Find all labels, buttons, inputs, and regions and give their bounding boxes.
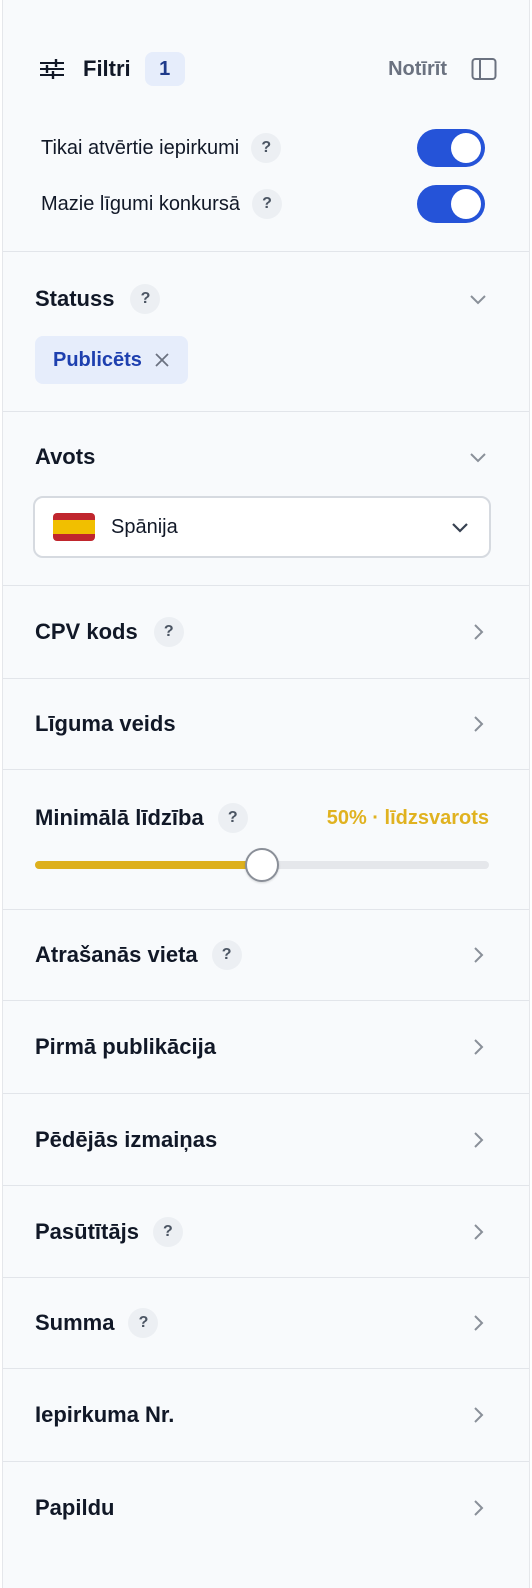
status-title: Statuss [35,286,115,311]
chevron-down-icon[interactable] [467,288,489,310]
filter-header: Filtri 1 Notīrīt Tikai atvērtie iepirkum… [3,0,529,252]
chevron-down-icon [452,523,468,533]
slider-fill [35,861,262,869]
sidebar-toggle-icon[interactable] [471,57,497,81]
chevron-right-icon[interactable] [467,713,489,735]
spain-flag-icon [53,513,95,541]
toggle-open-only-label: Tikai atvērtie iepirkumi [41,136,240,159]
similarity-value: 50% · līdzsvarots [326,806,489,829]
filter-section-location[interactable]: Atrašanās vieta ? [3,910,529,1001]
similarity-slider[interactable] [35,848,489,882]
filter-section-buyer[interactable]: Pasūtītājs ? [3,1186,529,1278]
help-icon[interactable]: ? [251,133,282,163]
cpv-title: CPV kods [35,619,138,644]
chevron-right-icon[interactable] [467,1221,489,1243]
status-chip-published[interactable]: Publicēts [35,336,188,384]
status-chip-label: Publicēts [53,348,142,371]
source-select-value: Spānija [111,515,178,538]
source-title: Avots [35,444,96,469]
toggle-small-contracts-row: Mazie līgumi konkursā ? [41,184,485,224]
help-icon[interactable]: ? [251,189,282,219]
chevron-right-icon[interactable] [467,1129,489,1151]
filter-section-status: Statuss ? Publicēts [3,252,529,412]
similarity-title: Minimālā līdzība [35,805,204,830]
chevron-right-icon[interactable] [467,1404,489,1426]
chevron-right-icon[interactable] [467,1036,489,1058]
filter-section-first-publication[interactable]: Pirmā publikācija [3,1001,529,1094]
buyer-title: Pasūtītājs [35,1218,139,1244]
chevron-right-icon[interactable] [467,1497,489,1519]
extra-title: Papildu [35,1495,115,1520]
status-header[interactable]: Statuss ? [3,280,529,318]
help-icon[interactable]: ? [128,1308,159,1338]
toggle-open-only-row: Tikai atvērtie iepirkumi ? [41,128,485,168]
similarity-header: Minimālā līdzība ? 50% · līdzsvarots [3,799,529,837]
amount-title: Summa [35,1310,115,1335]
filter-section-similarity: Minimālā līdzība ? 50% · līdzsvarots [3,770,529,910]
source-header[interactable]: Avots [3,438,529,476]
filter-panel: Filtri 1 Notīrīt Tikai atvērtie iepirkum… [2,0,530,1588]
switch-knob [451,189,481,219]
filter-title: Filtri [83,56,131,81]
toggle-small-contracts-label: Mazie līgumi konkursā [41,192,240,215]
filter-section-source: Avots Spānija [3,412,529,586]
help-icon[interactable]: ? [211,940,242,970]
first-publication-title: Pirmā publikācija [35,1034,216,1059]
chevron-right-icon[interactable] [467,621,489,643]
chevron-down-icon[interactable] [467,446,489,468]
last-change-title: Pēdējās izmaiņas [35,1126,218,1152]
filter-section-contract-type[interactable]: Līguma veids [3,679,529,770]
contract-type-title: Līguma veids [35,711,176,736]
filter-section-cpv[interactable]: CPV kods ? [3,586,529,679]
active-filter-count-badge: 1 [144,52,185,86]
filter-section-procurement-number[interactable]: Iepirkuma Nr. [3,1369,529,1462]
filter-section-last-change[interactable]: Pēdējās izmaiņas [3,1094,529,1186]
help-icon[interactable]: ? [217,803,248,833]
close-icon[interactable] [154,352,170,368]
help-icon[interactable]: ? [153,617,184,647]
toggle-small-contracts-switch[interactable] [417,185,485,223]
filter-header-row: Filtri 1 Notīrīt [35,50,497,88]
filter-section-extra[interactable]: Papildu [3,1462,529,1554]
toggle-open-only-switch[interactable] [417,129,485,167]
chevron-right-icon[interactable] [467,1312,489,1334]
slider-thumb[interactable] [245,848,279,882]
procurement-number-title: Iepirkuma Nr. [35,1402,175,1427]
help-icon[interactable]: ? [152,1216,183,1247]
filter-section-amount[interactable]: Summa ? [3,1278,529,1369]
switch-knob [451,133,481,163]
location-title: Atrašanās vieta [35,942,198,967]
clear-filters-button[interactable]: Notīrīt [388,58,447,81]
sliders-icon [40,59,64,79]
source-select[interactable]: Spānija [33,496,491,558]
chevron-right-icon[interactable] [467,944,489,966]
help-icon[interactable]: ? [130,284,161,314]
